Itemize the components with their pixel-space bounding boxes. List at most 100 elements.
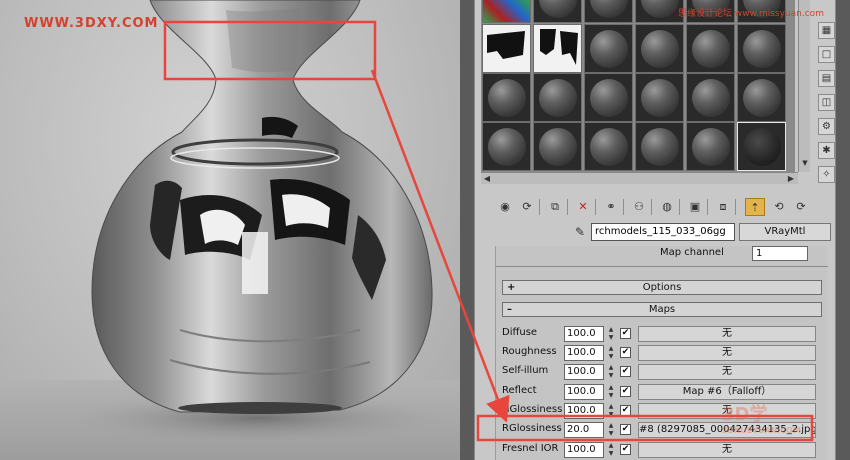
sample-slot[interactable] [686,122,735,171]
options-icon[interactable]: ⚙ [818,118,835,135]
sample-slot[interactable] [533,0,582,23]
map-amount-field[interactable]: 100.0 [564,326,604,342]
toolbar-separator [735,199,736,215]
render-viewport: WWW.3DXY.COM [0,0,460,460]
sample-slot[interactable] [584,122,633,171]
rollout-title: Options [642,282,682,293]
show-end-result-icon[interactable]: ⧈ [713,198,733,216]
spinner-arrows-icon[interactable]: ▲ ▼ [606,403,616,419]
sample-slot[interactable] [635,73,684,122]
go-forward-sibling-icon[interactable]: ⟲ [769,198,789,216]
map-channel-row: Map channel 1 [500,246,828,262]
sample-slot[interactable] [482,0,531,23]
sample-slot[interactable] [635,24,684,73]
sample-slot[interactable] [686,73,735,122]
sample-slot[interactable] [635,122,684,171]
sample-slot[interactable] [686,24,735,73]
slots-horizontal-scrollbar[interactable]: ◀ ▶ [481,172,798,184]
options-rollout[interactable]: + Options [502,280,822,295]
map-channel-label: Map channel [660,247,724,258]
sample-sphere [692,79,730,117]
material-editor: ▼ ◀ ▶ ▦ □ ▤ ◫ ⚙ ✱ ✧ ◉ ⟳ ⧉ ✕ ⚭ ⚇ ◍ ▣ ⧈ ⇡ … [474,0,836,460]
sample-sphere [590,79,628,117]
assign-material-icon[interactable]: ⧉ [545,198,565,216]
map-enable-checkbox[interactable]: ✔ [620,444,631,455]
sample-slot[interactable] [584,24,633,73]
sample-uv-tiling-icon[interactable]: □ [818,46,835,63]
sample-slot[interactable] [533,73,582,122]
toolbar-separator [623,199,624,215]
side-toolbar: ▦ □ ▤ ◫ ⚙ ✱ ✧ [815,0,837,195]
make-unique-icon[interactable]: ⚭ [601,198,621,216]
material-id-channel-icon[interactable]: ◍ [657,198,677,216]
sample-sphere [743,128,781,166]
select-by-material-icon[interactable]: ✱ [818,142,835,159]
spinner-arrows-icon[interactable]: ▲ ▼ [606,422,616,438]
map-amount-field[interactable]: 100.0 [564,403,604,419]
map-amount-field[interactable]: 100.0 [564,345,604,361]
make-preview-icon[interactable]: ◫ [818,94,835,111]
put-to-library-icon[interactable]: ⚇ [629,198,649,216]
spinner-arrows-icon[interactable]: ▲ ▼ [606,442,616,458]
map-slot-button[interactable]: 无 [638,326,816,342]
map-enable-checkbox[interactable]: ✔ [620,424,631,435]
eyedropper-icon[interactable]: ✎ [571,222,589,242]
map-row-diffuse: Diffuse 100.0 ▲ ▼ ✔ 无 [502,325,824,343]
sample-slot[interactable] [635,0,684,23]
map-enable-checkbox[interactable]: ✔ [620,405,631,416]
map-amount-field[interactable]: 100.0 [564,364,604,380]
rollout-collapse-sign: – [507,304,512,315]
material-name-field[interactable]: rchmodels_115_033_06gg [591,223,735,241]
map-slot-button[interactable]: Map #6（Falloff） [638,384,816,400]
map-enable-checkbox[interactable]: ✔ [620,347,631,358]
map-enable-checkbox[interactable]: ✔ [620,366,631,377]
scroll-down-icon[interactable]: ▼ [800,158,810,168]
map-label: Reflect [502,385,537,396]
sample-sphere [641,30,679,68]
sample-slot-texture[interactable] [533,24,582,73]
sample-slot[interactable] [584,0,633,23]
spinner-arrows-icon[interactable]: ▲ ▼ [606,326,616,342]
spinner-arrows-icon[interactable]: ▲ ▼ [606,384,616,400]
sample-slot[interactable] [737,24,786,73]
map-slot-button[interactable]: 无 [638,442,816,458]
background-checker-icon[interactable]: ▦ [818,22,835,39]
video-color-check-icon[interactable]: ▤ [818,70,835,87]
map-slot-button[interactable]: 无 [638,345,816,361]
material-editor-panel: ▼ ◀ ▶ ▦ □ ▤ ◫ ⚙ ✱ ✧ ◉ ⟳ ⧉ ✕ ⚭ ⚇ ◍ ▣ ⧈ ⇡ … [460,0,850,460]
spinner-arrows-icon[interactable]: ▲ ▼ [606,364,616,380]
put-to-scene-icon[interactable]: ⟳ [517,198,537,216]
sample-slot-selected[interactable] [737,122,786,171]
sample-slot-texture[interactable] [482,24,531,73]
material-type-button[interactable]: VRayMtl [739,223,831,241]
maps-rollout[interactable]: – Maps [502,302,822,317]
sample-slot[interactable] [584,73,633,122]
slots-vertical-scrollbar[interactable]: ▼ [798,0,810,172]
sample-sphere [743,79,781,117]
map-enable-checkbox[interactable]: ✔ [620,328,631,339]
sample-slot[interactable] [482,73,531,122]
material-navigator-icon[interactable]: ✧ [818,166,835,183]
map-label: Self-illum [502,365,549,376]
map-enable-checkbox[interactable]: ✔ [620,386,631,397]
map-channel-spinner[interactable]: 1 [752,246,808,261]
sample-sphere [539,128,577,166]
show-map-in-viewport-icon[interactable]: ▣ [685,198,705,216]
sample-slot[interactable] [482,122,531,171]
reset-map-icon[interactable]: ✕ [573,198,593,216]
watermark-logo-text: 3D学 [722,404,768,425]
map-amount-field[interactable]: 100.0 [564,442,604,458]
spinner-arrows-icon[interactable]: ▲ ▼ [606,345,616,361]
scroll-left-icon[interactable]: ◀ [481,173,493,185]
map-amount-field[interactable]: 100.0 [564,384,604,400]
get-material-icon[interactable]: ◉ [495,198,515,216]
sample-slot[interactable] [737,73,786,122]
map-slot-button[interactable]: 无 [638,364,816,380]
sample-sphere [539,79,577,117]
go-to-parent-icon[interactable]: ⇡ [745,198,765,216]
sample-slot[interactable] [533,122,582,171]
scroll-right-icon[interactable]: ▶ [785,173,797,185]
sample-sphere [590,0,628,18]
map-amount-field[interactable]: 20.0 [564,422,604,438]
material-map-navigator-icon[interactable]: ⟳ [791,198,811,216]
